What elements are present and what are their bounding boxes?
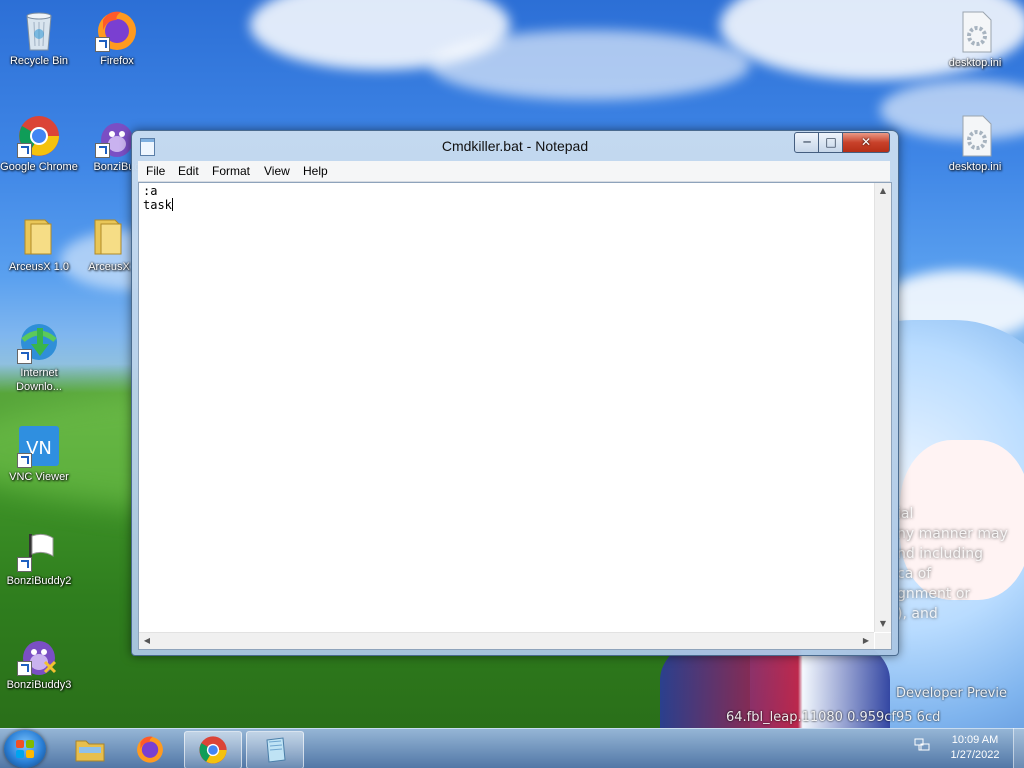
- close-icon: ✕: [860, 135, 872, 149]
- folder-icon: [17, 214, 61, 258]
- scroll-up-arrow-icon[interactable]: ▲: [875, 183, 891, 199]
- desktop-icon-label: VNC Viewer: [9, 471, 69, 483]
- desktop-icon-recycle-bin[interactable]: Recycle Bin: [0, 8, 78, 68]
- notepad-icon: [266, 737, 286, 763]
- watermark-text: ca of: [897, 566, 932, 582]
- menu-file[interactable]: File: [146, 164, 165, 178]
- chrome-icon: [17, 114, 61, 158]
- build-string-text: 64.fbl_leap.11080 0.959cf95 6cd: [726, 710, 941, 725]
- desktop-icon-label: desktop.ini: [948, 57, 1002, 69]
- desktop-icon-internet-download[interactable]: Internet Downlo...: [0, 320, 78, 394]
- watermark-text: gnment or: [897, 586, 971, 602]
- desktop-icon-desktop-ini[interactable]: desktop.ini: [936, 10, 1014, 70]
- desktop-icon-label: desktop.ini: [948, 161, 1002, 173]
- shortcut-arrow-icon: [95, 37, 110, 52]
- minimize-icon: ─: [803, 135, 811, 149]
- file-explorer-icon: [75, 740, 105, 762]
- text-line: task: [143, 198, 172, 212]
- desktop-icon-bonzibuddy2[interactable]: BonziBuddy2: [0, 528, 78, 588]
- taskbar-firefox[interactable]: [122, 731, 178, 767]
- vnc-viewer-icon: VN: [17, 424, 61, 468]
- horizontal-scrollbar[interactable]: ◀ ▶: [139, 632, 874, 649]
- maximize-button[interactable]: □: [818, 132, 844, 153]
- vertical-scrollbar[interactable]: ▲ ▼: [874, 183, 891, 632]
- show-desktop-button[interactable]: [1013, 728, 1024, 768]
- shortcut-arrow-icon: [17, 349, 32, 364]
- shortcut-arrow-icon: [17, 557, 32, 572]
- scroll-left-arrow-icon[interactable]: ◀: [139, 633, 155, 649]
- menu-view[interactable]: View: [264, 164, 290, 178]
- resize-grip[interactable]: [875, 633, 891, 649]
- system-clock[interactable]: 10:09 AM 1/27/2022: [936, 733, 1014, 763]
- watermark-text: ), and: [897, 606, 938, 622]
- desktop-icon-desktop-ini[interactable]: desktop.ini: [936, 114, 1014, 174]
- taskbar-file-explorer[interactable]: [62, 731, 118, 767]
- network-icon[interactable]: [914, 738, 930, 752]
- desktop-icon-label: ArceusX 1.0: [9, 261, 69, 273]
- desktop-icon-firefox[interactable]: Firefox: [78, 8, 156, 68]
- desktop-icon-label: Firefox: [100, 55, 134, 67]
- desktop-icon-label: Google Chrome: [0, 161, 78, 173]
- shortcut-arrow-icon: [95, 143, 110, 158]
- desktop-icon-vnc-viewer[interactable]: VN VNC Viewer: [0, 424, 78, 484]
- desktop-icon-label: Recycle Bin: [9, 55, 69, 67]
- taskbar: [0, 728, 1024, 768]
- watermark-text: ny manner may: [897, 526, 1008, 542]
- watermark-text: ial: [897, 506, 914, 522]
- minimize-button[interactable]: ─: [794, 132, 820, 153]
- menu-help[interactable]: Help: [303, 164, 328, 178]
- text-editor[interactable]: :a task ▲ ▼ ◀ ▶: [138, 182, 892, 650]
- taskbar-notepad[interactable]: [246, 731, 304, 768]
- clock-date: 1/27/2022: [950, 749, 1000, 761]
- watermark-text: nd including: [897, 546, 983, 562]
- settings-file-icon: [953, 10, 997, 54]
- desktop-icon-label: BonziBuddy3: [6, 679, 72, 691]
- window-title: Cmdkiller.bat - Notepad: [441, 138, 589, 154]
- start-button[interactable]: [4, 730, 46, 768]
- shortcut-arrow-icon: [17, 661, 32, 676]
- title-bar[interactable]: Cmdkiller.bat - Notepad ─ □ ✕: [132, 131, 898, 161]
- menu-edit[interactable]: Edit: [178, 164, 199, 178]
- menu-format[interactable]: Format: [212, 164, 250, 178]
- desktop-icon-label: BonziBuddy2: [6, 575, 72, 587]
- text-caret: [171, 198, 173, 211]
- bonzibuddy-gorilla-icon: [17, 632, 61, 676]
- desktop-icon-label: Internet Downlo...: [16, 367, 62, 393]
- maximize-icon: □: [825, 135, 837, 149]
- menu-bar: File Edit Format View Help: [138, 161, 890, 182]
- chrome-icon: [199, 736, 227, 764]
- close-button[interactable]: ✕: [842, 132, 890, 153]
- firefox-icon: [137, 736, 163, 763]
- taskbar-google-chrome[interactable]: [184, 731, 242, 768]
- shortcut-arrow-icon: [17, 143, 32, 158]
- internet-download-manager-icon: [17, 320, 61, 364]
- scroll-right-arrow-icon[interactable]: ▶: [858, 633, 874, 649]
- shortcut-arrow-icon: [17, 453, 32, 468]
- white-flag-icon: [17, 528, 61, 572]
- developer-preview-text: Developer Previe: [896, 686, 1007, 701]
- scroll-down-arrow-icon[interactable]: ▼: [875, 616, 891, 632]
- desktop-icon-google-chrome[interactable]: Google Chrome: [0, 114, 78, 174]
- firefox-icon: [95, 8, 139, 52]
- editor-text[interactable]: :a task: [143, 184, 173, 212]
- notepad-window[interactable]: Cmdkiller.bat - Notepad ─ □ ✕ File Edit …: [131, 130, 899, 656]
- settings-file-icon: [953, 114, 997, 158]
- folder-icon: [87, 214, 131, 258]
- text-line: :a: [143, 184, 158, 198]
- recycle-bin-icon: [17, 8, 61, 52]
- clock-time: 10:09 AM: [951, 734, 999, 746]
- desktop-icon-bonzibuddy3[interactable]: BonziBuddy3: [0, 632, 78, 692]
- windows-logo-icon: [16, 740, 34, 758]
- desktop-icon-arceusx[interactable]: ArceusX 1.0: [0, 214, 78, 274]
